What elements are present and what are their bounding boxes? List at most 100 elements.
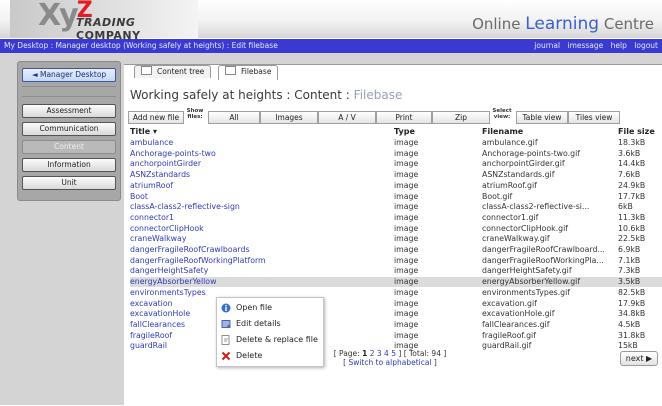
table-view-button[interactable]: Table view bbox=[516, 111, 568, 124]
page-link-1[interactable]: 1 bbox=[362, 349, 367, 358]
file-type: image bbox=[394, 234, 419, 244]
tree-icon bbox=[141, 66, 152, 75]
context-open-file[interactable]: Open file bbox=[221, 301, 321, 315]
file-size: 34.8kB bbox=[618, 309, 646, 319]
table-row[interactable]: dangerHeightSafety image dangerHeightSafet… bbox=[130, 266, 662, 276]
file-size: 6kB bbox=[618, 202, 633, 212]
table-row[interactable]: anchorpointGirder image anchorpointGirder.… bbox=[130, 159, 662, 169]
filter-av-button[interactable]: A / V bbox=[318, 111, 376, 124]
replace-icon bbox=[221, 335, 230, 345]
table-row[interactable]: connectorClipHook image connectorClipHook.… bbox=[130, 224, 662, 234]
file-title-link[interactable]: connector1 bbox=[130, 213, 174, 222]
table-row[interactable]: fragileRoof image fragileRoof.gif 31.8kB bbox=[130, 331, 662, 341]
file-title-link[interactable]: craneWalkway bbox=[130, 234, 186, 243]
file-title-link[interactable]: Boot bbox=[130, 192, 148, 201]
table-row[interactable]: energyAbsorberYellow image energyAbsorberY… bbox=[130, 277, 662, 288]
table-row[interactable]: dangerFragileRoofWorkingPlatform image dan… bbox=[130, 256, 662, 266]
column-filename-header[interactable]: Filename bbox=[482, 127, 616, 136]
file-type: image bbox=[394, 277, 419, 287]
table-row[interactable]: craneWalkway image craneWalkway.gif 22.5kB bbox=[130, 234, 662, 244]
table-row[interactable]: environmentsTypes image environmentsTypes.… bbox=[130, 288, 662, 298]
breadcrumb[interactable]: My Desktop : Manager desktop (Working sa… bbox=[4, 39, 278, 53]
file-title-link[interactable]: guardRail bbox=[130, 341, 167, 350]
file-title-link[interactable]: environmentsTypes bbox=[130, 288, 206, 297]
file-title-link[interactable]: energyAbsorberYellow bbox=[130, 277, 216, 286]
file-title-link[interactable]: fragileRoof bbox=[130, 331, 172, 340]
pager-total: ] [ Total: 94 ] bbox=[396, 349, 447, 358]
file-size: 6.9kB bbox=[618, 245, 641, 254]
table-row[interactable]: connector1 image connector1.gif 11.3kB bbox=[130, 213, 662, 223]
table-row[interactable]: Boot image Boot.gif 17.7kB bbox=[130, 192, 662, 202]
file-title-link[interactable]: fallClearances bbox=[130, 320, 185, 329]
page-link-4[interactable]: 4 bbox=[384, 349, 389, 358]
file-title-link[interactable]: ambulance bbox=[130, 138, 173, 147]
filter-all-button[interactable]: All bbox=[208, 111, 260, 124]
context-delete-replace-label: Delete & replace file bbox=[236, 335, 318, 344]
page-link-3[interactable]: 3 bbox=[377, 349, 382, 358]
context-delete-replace[interactable]: Delete & replace file bbox=[221, 333, 321, 347]
file-name: excavationHole.gif bbox=[482, 309, 555, 319]
sidebar-item-content[interactable]: Content bbox=[22, 140, 116, 154]
imessage-link[interactable]: imessage bbox=[567, 41, 603, 50]
tab-content-tree[interactable]: Content tree bbox=[134, 65, 212, 78]
table-row[interactable]: ambulance image ambulance.gif 18.3kB bbox=[130, 138, 662, 148]
file-size: 24.9kB bbox=[618, 180, 646, 190]
filter-zip-button[interactable]: Zip bbox=[432, 111, 490, 124]
table-row[interactable]: dangerFragileRoofCrawlboards image dangerF… bbox=[130, 245, 662, 255]
tiles-view-button[interactable]: Tiles view bbox=[568, 111, 620, 124]
file-title-link[interactable]: anchorpointGirder bbox=[130, 159, 201, 168]
add-new-file-button[interactable]: Add new file bbox=[128, 111, 184, 124]
page-link-2[interactable]: 2 bbox=[370, 349, 375, 358]
file-size: 17.9kB bbox=[618, 298, 646, 308]
column-type-header[interactable]: Type bbox=[394, 127, 415, 136]
top-links: journal imessage help logout bbox=[529, 39, 658, 53]
file-type: image bbox=[394, 309, 419, 319]
file-title-link[interactable]: connectorClipHook bbox=[130, 224, 204, 233]
file-title-link[interactable]: dangerFragileRoofWorkingPlatform bbox=[130, 256, 266, 265]
help-link[interactable]: help bbox=[611, 41, 627, 50]
file-title-link[interactable]: classA-class2-reflective-sign bbox=[130, 202, 240, 211]
file-title-link[interactable]: dangerFragileRoofCrawlboards bbox=[130, 245, 250, 254]
main-content: Content tree Filebase Working safely at … bbox=[124, 64, 662, 406]
file-title-link[interactable]: dangerHeightSafety bbox=[130, 266, 208, 275]
file-title-link[interactable]: Anchorage-points-two bbox=[130, 149, 216, 158]
sidebar-item-communication[interactable]: Communication bbox=[22, 122, 116, 136]
file-title-link[interactable]: ASNZstandards bbox=[130, 170, 190, 179]
column-filesize-header[interactable]: File size bbox=[618, 127, 655, 136]
table-row[interactable]: ASNZstandards image ASNZstandards.gif 7.6kB bbox=[130, 170, 662, 180]
file-title-link[interactable]: excavationHole bbox=[130, 309, 190, 318]
filter-images-button[interactable]: Images bbox=[260, 111, 318, 124]
context-menu: Open file Edit details Delete & replace … bbox=[216, 297, 324, 367]
file-name: dangerHeightSafety.gif bbox=[482, 266, 572, 276]
file-title-link[interactable]: excavation bbox=[130, 299, 173, 308]
filter-print-button[interactable]: Print bbox=[376, 111, 432, 124]
sidebar-item-unit[interactable]: Unit bbox=[22, 176, 116, 190]
logout-link[interactable]: logout bbox=[634, 41, 658, 50]
table-row[interactable]: excavationHole image excavationHole.gif 34.… bbox=[130, 309, 662, 319]
journal-link[interactable]: journal bbox=[534, 41, 560, 50]
context-delete[interactable]: Delete bbox=[221, 349, 321, 363]
file-size: 7.3kB bbox=[618, 266, 641, 276]
table-row[interactable]: fallClearances image fallClearances.gif 4.5… bbox=[130, 320, 662, 330]
file-type: image bbox=[394, 223, 419, 233]
table-row[interactable]: excavation image excavation.gif 17.9kB bbox=[130, 299, 662, 309]
sidebar-item-information[interactable]: Information bbox=[22, 158, 116, 172]
manager-desktop-button[interactable]: ◄ Manager Desktop bbox=[22, 68, 116, 82]
context-edit-details[interactable]: Edit details bbox=[221, 317, 321, 331]
table-row[interactable]: Anchorage-points-two image Anchorage-point… bbox=[130, 149, 662, 159]
file-name: environmentsTypes.gif bbox=[482, 287, 571, 297]
switch-alphabetical-link[interactable]: Switch to alphabetical bbox=[348, 358, 431, 367]
sidebar-item-assessment[interactable]: Assessment bbox=[22, 104, 116, 118]
file-name: guardRail.gif bbox=[482, 341, 532, 351]
file-size: 3.6kB bbox=[618, 148, 641, 158]
file-type: image bbox=[394, 255, 419, 265]
table-row[interactable]: classA-class2-reflective-sign image classA… bbox=[130, 202, 662, 212]
next-page-button[interactable]: next ▶ bbox=[620, 351, 658, 366]
table-row[interactable]: atriumRoof image atriumRoof.gif 24.9kB bbox=[130, 181, 662, 191]
tab-filebase[interactable]: Filebase bbox=[218, 65, 279, 80]
file-type: image bbox=[394, 330, 419, 340]
column-title-header[interactable]: Title ▾ bbox=[130, 127, 157, 136]
context-edit-details-label: Edit details bbox=[236, 319, 281, 328]
sidebar-divider bbox=[22, 86, 116, 87]
file-title-link[interactable]: atriumRoof bbox=[130, 181, 173, 190]
